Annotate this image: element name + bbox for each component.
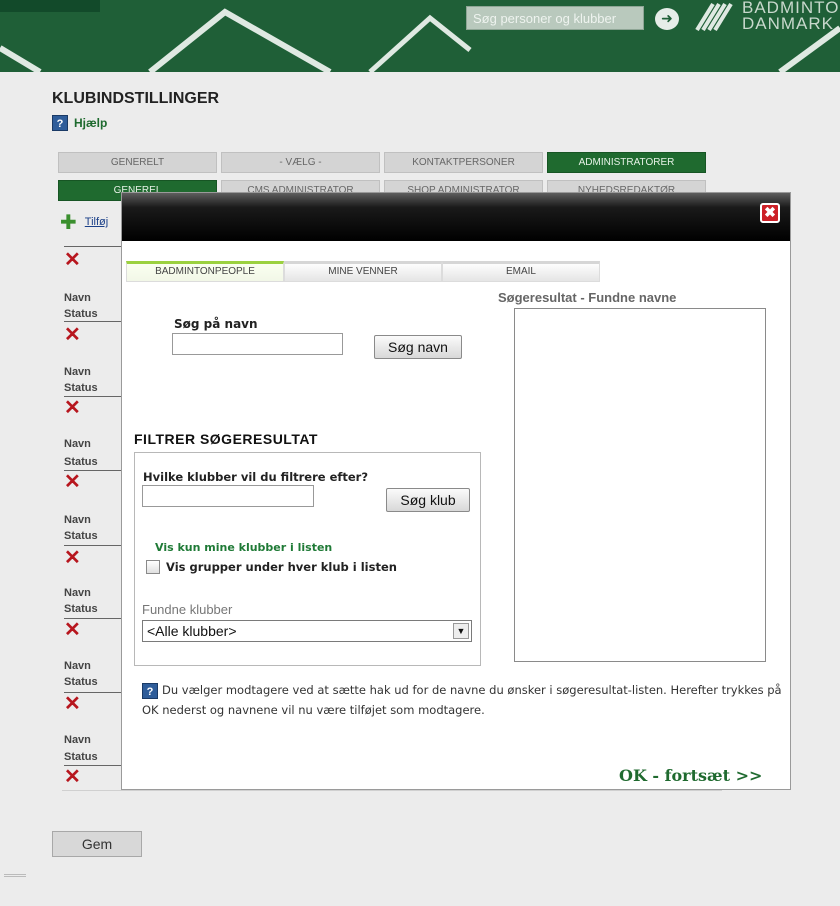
- label-status: Status: [64, 382, 98, 394]
- show-groups-label: Vis grupper under hver klub i listen: [166, 560, 397, 574]
- divider: [64, 246, 124, 247]
- help-icon: ?: [52, 115, 68, 131]
- info-text-row: ? Du vælger modtagere ved at sætte hak ud…: [142, 680, 782, 720]
- help-link[interactable]: Hjælp: [74, 116, 107, 130]
- results-list[interactable]: [514, 308, 766, 662]
- show-groups-checkbox[interactable]: [146, 560, 160, 574]
- divider: [64, 545, 124, 546]
- search-name-button[interactable]: Søg navn: [374, 335, 462, 359]
- divider: [64, 692, 124, 693]
- tab-mine-venner[interactable]: MINE VENNER: [284, 261, 442, 282]
- label-navn: Navn: [64, 734, 91, 746]
- global-search-input[interactable]: Søg personer og klubber: [466, 6, 644, 30]
- tab-badmintonpeople[interactable]: BADMINTONPEOPLE: [126, 261, 284, 282]
- save-button[interactable]: Gem: [52, 831, 142, 857]
- divider: [64, 396, 124, 397]
- side-marks: [4, 874, 26, 877]
- show-my-clubs-link[interactable]: Vis kun mine klubber i listen: [155, 541, 332, 554]
- delete-icon[interactable]: ✕: [64, 398, 81, 418]
- label-status: Status: [64, 751, 98, 763]
- label-status: Status: [64, 456, 98, 468]
- tab-generelt[interactable]: GENERELT: [58, 152, 217, 173]
- search-name-label: Søg på navn: [174, 317, 258, 331]
- delete-icon[interactable]: ✕: [64, 620, 81, 640]
- modal-tabs: BADMINTONPEOPLE MINE VENNER EMAIL: [126, 261, 600, 282]
- horizontal-scrollbar[interactable]: [62, 790, 722, 804]
- club-search-button[interactable]: Søg klub: [386, 488, 470, 512]
- label-navn: Navn: [64, 660, 91, 672]
- divider: [64, 321, 124, 322]
- label-status: Status: [64, 603, 98, 615]
- label-status: Status: [64, 308, 98, 320]
- label-navn: Navn: [64, 587, 91, 599]
- header-banner: Søg personer og klubber ➜ BADMINTO DANMA…: [0, 0, 840, 72]
- modal-header: ✖: [122, 193, 790, 241]
- tab-vaelg[interactable]: - VÆLG -: [221, 152, 380, 173]
- add-icon[interactable]: ✚: [60, 212, 77, 232]
- filter-title: FILTRER SØGERESULTAT: [134, 431, 318, 447]
- label-navn: Navn: [64, 366, 91, 378]
- label-status: Status: [64, 530, 98, 542]
- tab-administratorer[interactable]: ADMINISTRATORER: [547, 152, 706, 173]
- help-icon: ?: [142, 682, 158, 699]
- delete-icon[interactable]: ✕: [64, 548, 81, 568]
- delete-icon[interactable]: ✕: [64, 472, 81, 492]
- found-clubs-select[interactable]: <Alle klubber> ▼: [142, 620, 472, 642]
- ok-continue-button[interactable]: OK - fortsæt >>: [619, 766, 762, 785]
- shuttlecock-logo-icon: [695, 2, 733, 32]
- page-title: KLUBINDSTILLINGER: [52, 90, 220, 107]
- info-text: Du vælger modtagere ved at sætte hak ud …: [142, 683, 782, 717]
- club-question-label: Hvilke klubber vil du filtrere efter?: [143, 470, 369, 484]
- divider: [64, 618, 124, 619]
- delete-icon[interactable]: ✕: [64, 250, 81, 270]
- search-go-icon[interactable]: ➜: [655, 8, 679, 30]
- divider: [64, 765, 124, 766]
- tab-email[interactable]: EMAIL: [442, 261, 600, 282]
- delete-icon[interactable]: ✕: [64, 767, 81, 787]
- label-navn: Navn: [64, 514, 91, 526]
- show-groups-option[interactable]: Vis grupper under hver klub i listen: [146, 560, 397, 574]
- brand-name: BADMINTO DANMARK: [742, 0, 840, 33]
- delete-icon[interactable]: ✕: [64, 325, 81, 345]
- label-navn: Navn: [64, 438, 91, 450]
- recipient-search-modal: ✖ BADMINTONPEOPLE MINE VENNER EMAIL Søg …: [122, 193, 790, 789]
- page-root: Søg personer og klubber ➜ BADMINTO DANMA…: [0, 0, 840, 906]
- club-search-input[interactable]: [142, 485, 314, 507]
- divider: [64, 470, 124, 471]
- search-name-input[interactable]: [172, 333, 343, 355]
- label-status: Status: [64, 676, 98, 688]
- found-clubs-label: Fundne klubber: [142, 602, 233, 617]
- chevron-down-icon[interactable]: ▼: [453, 623, 469, 639]
- add-admin-row[interactable]: ✚ Tilføj: [60, 212, 108, 232]
- label-navn: Navn: [64, 292, 91, 304]
- results-title: Søgeresultat - Fundne navne: [498, 290, 677, 305]
- close-icon[interactable]: ✖: [760, 203, 780, 223]
- found-clubs-selected: <Alle klubber>: [147, 623, 237, 639]
- main-tabs: GENERELT - VÆLG - KONTAKTPERSONER ADMINI…: [58, 152, 706, 173]
- delete-icon[interactable]: ✕: [64, 694, 81, 714]
- help-link-row[interactable]: ? Hjælp: [52, 115, 107, 131]
- add-admin-link[interactable]: Tilføj: [85, 216, 108, 228]
- tab-kontaktpersoner[interactable]: KONTAKTPERSONER: [384, 152, 543, 173]
